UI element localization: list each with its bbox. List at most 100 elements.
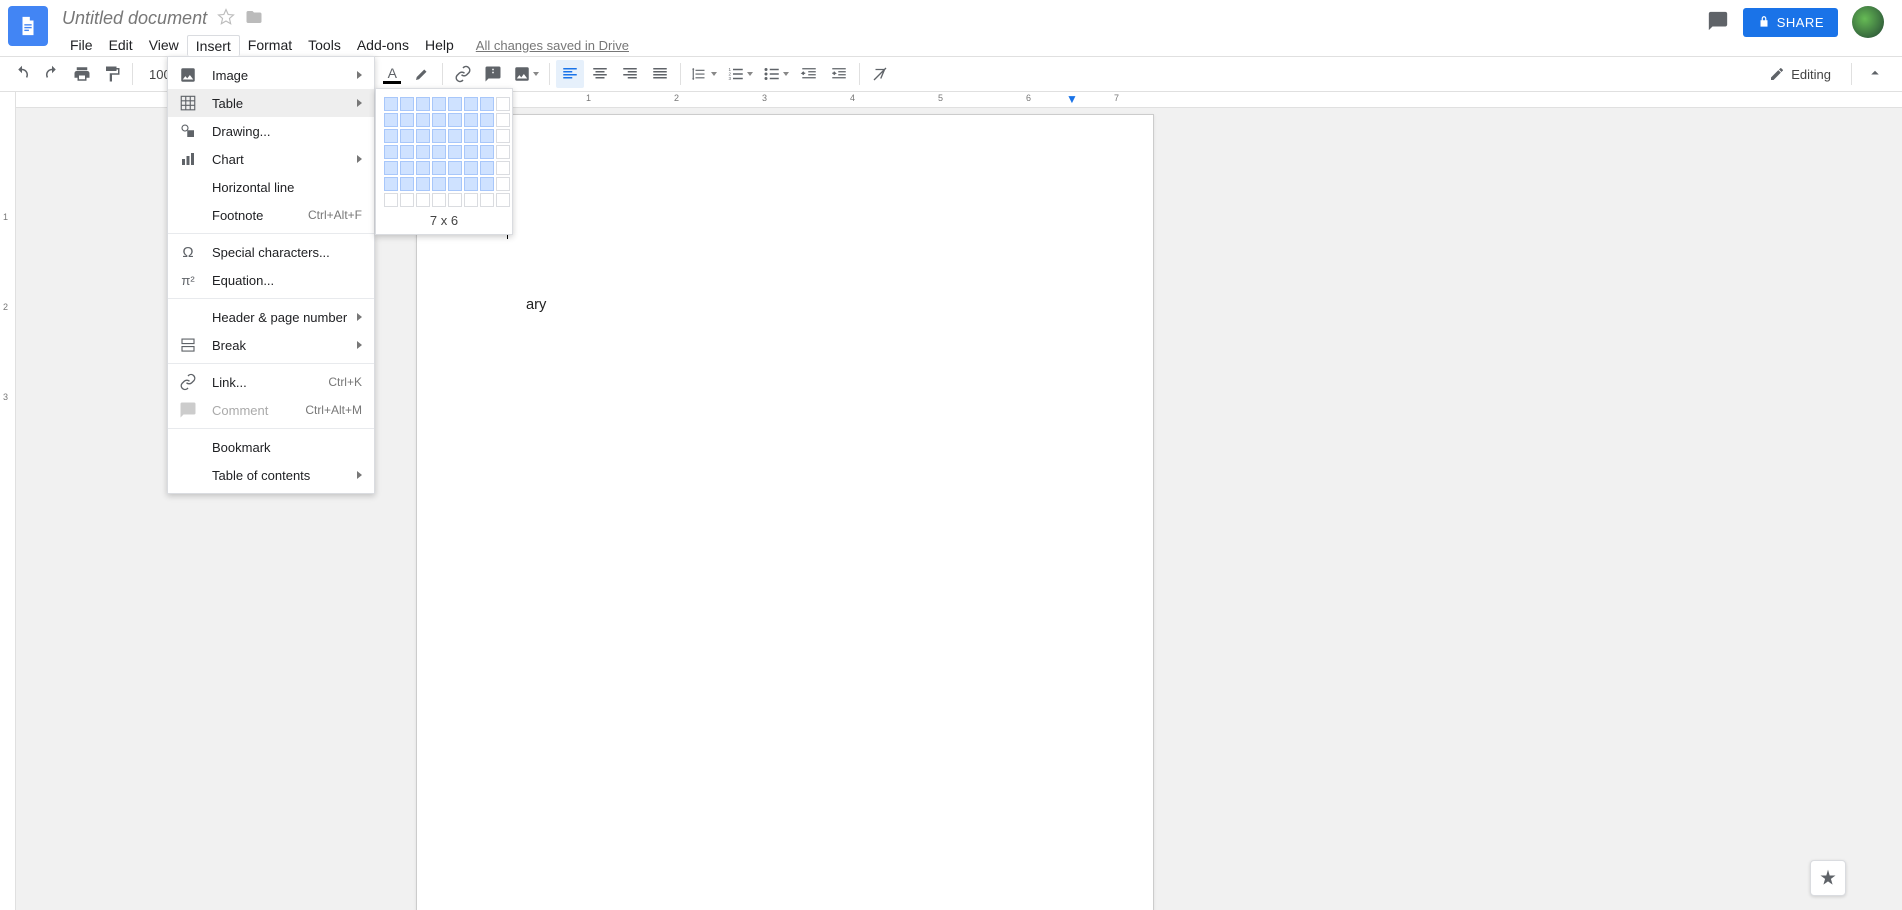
table-picker-cell[interactable] [496, 113, 510, 127]
table-picker-cell[interactable] [400, 193, 414, 207]
align-center-button[interactable] [586, 60, 614, 88]
menu-view[interactable]: View [141, 35, 187, 55]
table-picker-cell[interactable] [384, 129, 398, 143]
table-picker-cell[interactable] [384, 193, 398, 207]
align-left-button[interactable] [556, 60, 584, 88]
menu-item-image[interactable]: Image [168, 61, 374, 89]
menu-format[interactable]: Format [240, 35, 300, 55]
save-status[interactable]: All changes saved in Drive [476, 38, 629, 53]
menu-item-break[interactable]: Break [168, 331, 374, 359]
table-picker-cell[interactable] [432, 193, 446, 207]
table-picker-cell[interactable] [464, 113, 478, 127]
table-picker-cell[interactable] [448, 177, 462, 191]
table-picker-cell[interactable] [448, 145, 462, 159]
table-picker-cell[interactable] [400, 97, 414, 111]
menu-edit[interactable]: Edit [101, 35, 141, 55]
table-picker-cell[interactable] [400, 113, 414, 127]
explore-button[interactable] [1810, 860, 1846, 896]
menu-item-link[interactable]: Link... Ctrl+K [168, 368, 374, 396]
menu-item-special-characters[interactable]: Ω Special characters... [168, 238, 374, 266]
table-picker-cell[interactable] [384, 145, 398, 159]
menu-item-header-page-number[interactable]: Header & page number [168, 303, 374, 331]
menu-item-footnote[interactable]: Footnote Ctrl+Alt+F [168, 201, 374, 229]
table-picker-cell[interactable] [432, 161, 446, 175]
table-picker-cell[interactable] [416, 193, 430, 207]
table-picker-grid[interactable] [384, 97, 504, 207]
table-picker-cell[interactable] [464, 97, 478, 111]
table-picker-cell[interactable] [384, 97, 398, 111]
table-picker-cell[interactable] [416, 161, 430, 175]
bulleted-list-button[interactable] [759, 65, 793, 83]
table-picker-cell[interactable] [448, 161, 462, 175]
table-picker-cell[interactable] [448, 113, 462, 127]
collapse-toolbar-icon[interactable] [1866, 64, 1884, 85]
table-picker-cell[interactable] [448, 97, 462, 111]
table-picker-cell[interactable] [432, 145, 446, 159]
table-picker-cell[interactable] [464, 161, 478, 175]
decrease-indent-button[interactable] [795, 60, 823, 88]
move-folder-icon[interactable] [245, 8, 263, 29]
open-comments-icon[interactable] [1707, 10, 1729, 35]
table-picker-cell[interactable] [496, 129, 510, 143]
docs-logo[interactable] [8, 6, 48, 46]
table-picker-cell[interactable] [432, 129, 446, 143]
account-avatar[interactable] [1852, 6, 1884, 38]
menu-item-equation[interactable]: π² Equation... [168, 266, 374, 294]
table-picker-cell[interactable] [496, 97, 510, 111]
undo-button[interactable] [8, 60, 36, 88]
document-title[interactable]: Untitled document [62, 8, 207, 29]
highlight-color-button[interactable] [408, 60, 436, 88]
table-picker-cell[interactable] [384, 177, 398, 191]
menu-item-table[interactable]: Table [168, 89, 374, 117]
table-picker-cell[interactable] [432, 97, 446, 111]
menu-tools[interactable]: Tools [300, 35, 349, 55]
numbered-list-button[interactable]: 123 [723, 65, 757, 83]
table-picker-cell[interactable] [416, 145, 430, 159]
menu-item-chart[interactable]: Chart [168, 145, 374, 173]
table-picker-cell[interactable] [448, 193, 462, 207]
align-justify-button[interactable] [646, 60, 674, 88]
menu-item-table-of-contents[interactable]: Table of contents [168, 461, 374, 489]
menu-item-bookmark[interactable]: Bookmark [168, 433, 374, 461]
table-picker-cell[interactable] [416, 177, 430, 191]
table-picker-cell[interactable] [496, 193, 510, 207]
table-picker-cell[interactable] [432, 113, 446, 127]
table-picker-cell[interactable] [416, 113, 430, 127]
table-picker-cell[interactable] [480, 129, 494, 143]
text-color-button[interactable]: A [378, 60, 406, 88]
table-picker-cell[interactable] [480, 145, 494, 159]
editing-mode-select[interactable]: Editing [1769, 66, 1837, 82]
menu-item-horizontal-line[interactable]: Horizontal line [168, 173, 374, 201]
vertical-ruler[interactable]: 1 2 3 [0, 92, 16, 910]
table-picker-cell[interactable] [400, 129, 414, 143]
table-picker-cell[interactable] [496, 145, 510, 159]
table-picker-cell[interactable] [416, 129, 430, 143]
paint-format-button[interactable] [98, 60, 126, 88]
table-picker-cell[interactable] [464, 177, 478, 191]
menu-insert[interactable]: Insert [187, 35, 240, 56]
table-picker-cell[interactable] [400, 145, 414, 159]
insert-link-button[interactable] [449, 60, 477, 88]
table-picker-cell[interactable] [416, 97, 430, 111]
table-picker-cell[interactable] [448, 129, 462, 143]
table-picker-cell[interactable] [480, 113, 494, 127]
table-picker-cell[interactable] [464, 193, 478, 207]
table-picker-cell[interactable] [384, 161, 398, 175]
table-picker-cell[interactable] [432, 177, 446, 191]
redo-button[interactable] [38, 60, 66, 88]
menu-help[interactable]: Help [417, 35, 462, 55]
share-button[interactable]: SHARE [1743, 8, 1838, 37]
menu-item-drawing[interactable]: Drawing... [168, 117, 374, 145]
star-icon[interactable] [217, 8, 235, 29]
table-picker-cell[interactable] [464, 145, 478, 159]
increase-indent-button[interactable] [825, 60, 853, 88]
table-picker-cell[interactable] [464, 129, 478, 143]
table-picker-cell[interactable] [480, 97, 494, 111]
table-picker-cell[interactable] [496, 177, 510, 191]
align-right-button[interactable] [616, 60, 644, 88]
table-picker-cell[interactable] [384, 113, 398, 127]
table-picker-cell[interactable] [480, 177, 494, 191]
document-page[interactable] [416, 114, 1154, 910]
clear-formatting-button[interactable] [866, 60, 894, 88]
table-picker-cell[interactable] [400, 177, 414, 191]
